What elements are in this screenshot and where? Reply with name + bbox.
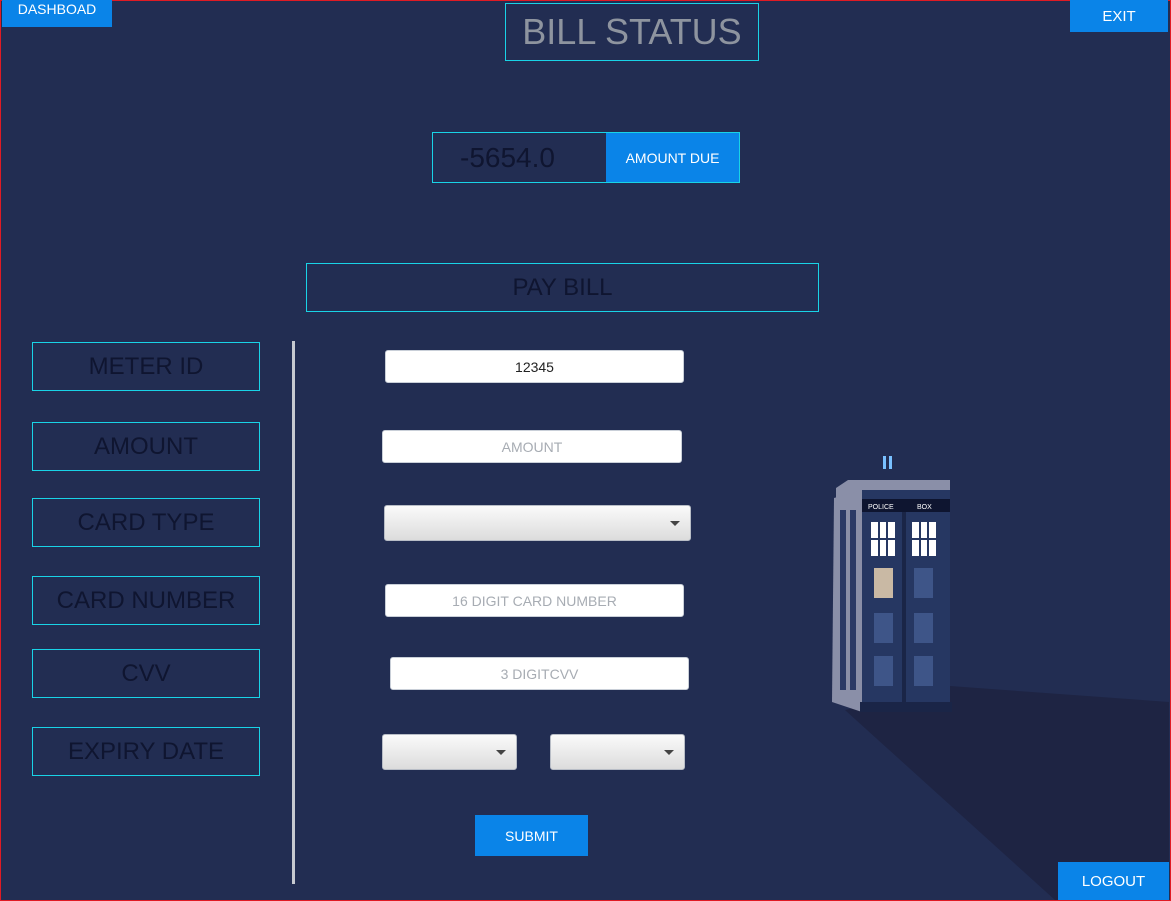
card-type-label: CARD TYPE	[32, 498, 260, 547]
submit-button[interactable]: SUBMIT	[475, 815, 588, 856]
amount-label: AMOUNT	[32, 422, 260, 471]
meter-id-field[interactable]	[385, 350, 684, 383]
sign-box: BOX	[917, 504, 932, 511]
card-type-select[interactable]	[384, 505, 691, 541]
card-number-label: CARD NUMBER	[32, 576, 260, 625]
cvv-field[interactable]	[390, 657, 689, 690]
amount-due-button[interactable]: AMOUNT DUE	[606, 133, 739, 182]
vertical-divider	[292, 341, 295, 884]
logout-button[interactable]: LOGOUT	[1058, 862, 1169, 900]
police-box-icon: POLICE BOX	[832, 456, 1169, 900]
cvv-label: CVV	[32, 649, 260, 698]
page-title: BILL STATUS	[505, 3, 759, 61]
card-number-field[interactable]	[385, 584, 684, 617]
pay-bill-heading: PAY BILL	[306, 263, 819, 312]
amount-due-box: -5654.0 AMOUNT DUE	[432, 132, 740, 183]
chevron-down-icon	[496, 750, 506, 755]
dashboard-button[interactable]: DASHBOAD	[2, 0, 112, 27]
chevron-down-icon	[670, 521, 680, 526]
amount-field[interactable]	[382, 430, 682, 463]
sign-police: POLICE	[868, 504, 894, 511]
expiry-year-select[interactable]	[550, 734, 685, 770]
expiry-date-label: EXPIRY DATE	[32, 727, 260, 776]
exit-button[interactable]: EXIT	[1070, 0, 1168, 32]
chevron-down-icon	[664, 750, 674, 755]
amount-due-value: -5654.0	[460, 142, 555, 173]
meter-id-label: METER ID	[32, 342, 260, 391]
expiry-month-select[interactable]	[382, 734, 517, 770]
